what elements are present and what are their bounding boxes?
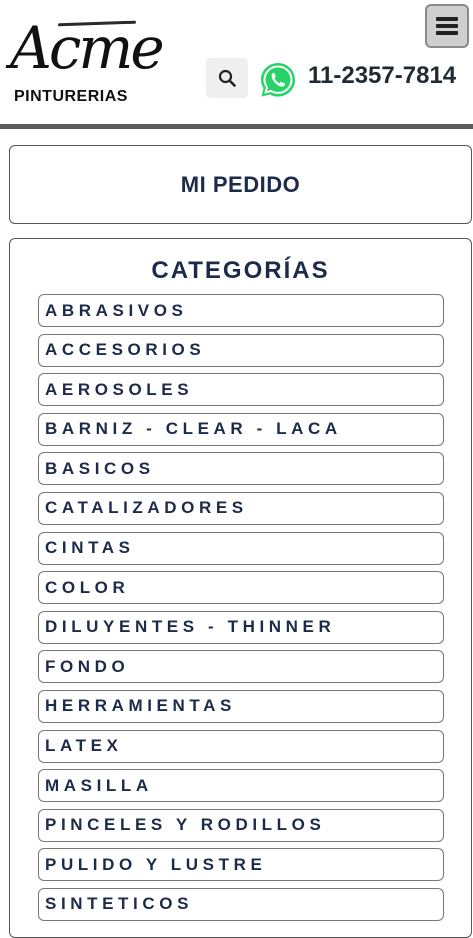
site-header: Acme PINTURERIAS 11-2357-7814	[0, 0, 473, 124]
categories-list: ABRASIVOS ACCESORIOS AEROSOLES BARNIZ - …	[38, 294, 444, 928]
category-item[interactable]: AEROSOLES	[38, 373, 444, 407]
category-item[interactable]: FONDO	[38, 650, 444, 684]
my-order-button[interactable]: MI PEDIDO	[9, 145, 472, 224]
search-button[interactable]	[206, 58, 248, 98]
phone-number[interactable]: 11-2357-7814	[308, 62, 456, 90]
brand-logo[interactable]: Acme PINTURERIAS	[10, 8, 165, 108]
category-item[interactable]: CATALIZADORES	[38, 491, 444, 525]
category-item[interactable]: SINTETICOS	[38, 887, 444, 921]
hamburger-menu-icon	[436, 17, 458, 35]
category-item[interactable]: PULIDO Y LUSTRE	[38, 848, 444, 882]
menu-button[interactable]	[425, 4, 469, 48]
whatsapp-icon[interactable]	[258, 60, 298, 100]
header-divider	[0, 124, 473, 129]
category-item[interactable]: DILUYENTES - THINNER	[38, 610, 444, 644]
category-item[interactable]: BASICOS	[38, 452, 444, 486]
search-icon	[218, 69, 236, 87]
category-item[interactable]: PINCELES Y RODILLOS	[38, 808, 444, 842]
category-item[interactable]: ABRASIVOS	[38, 294, 444, 327]
category-item[interactable]: LATEX	[38, 729, 444, 763]
my-order-label: MI PEDIDO	[180, 171, 301, 197]
category-item[interactable]: BARNIZ - CLEAR - LACA	[38, 412, 444, 446]
categories-panel: CATEGORÍAS ABRASIVOS ACCESORIOS AEROSOLE…	[9, 238, 472, 938]
category-item[interactable]: MASILLA	[38, 769, 444, 803]
category-item[interactable]: HERRAMIENTAS	[38, 689, 444, 723]
category-item[interactable]: CINTAS	[38, 531, 444, 565]
logo-text: Acme	[10, 14, 165, 82]
logo-subtitle: PINTURERIAS	[14, 88, 128, 105]
categories-title: CATEGORÍAS	[151, 257, 330, 284]
category-item[interactable]: ACCESORIOS	[38, 333, 444, 367]
category-item[interactable]: COLOR	[38, 571, 444, 605]
